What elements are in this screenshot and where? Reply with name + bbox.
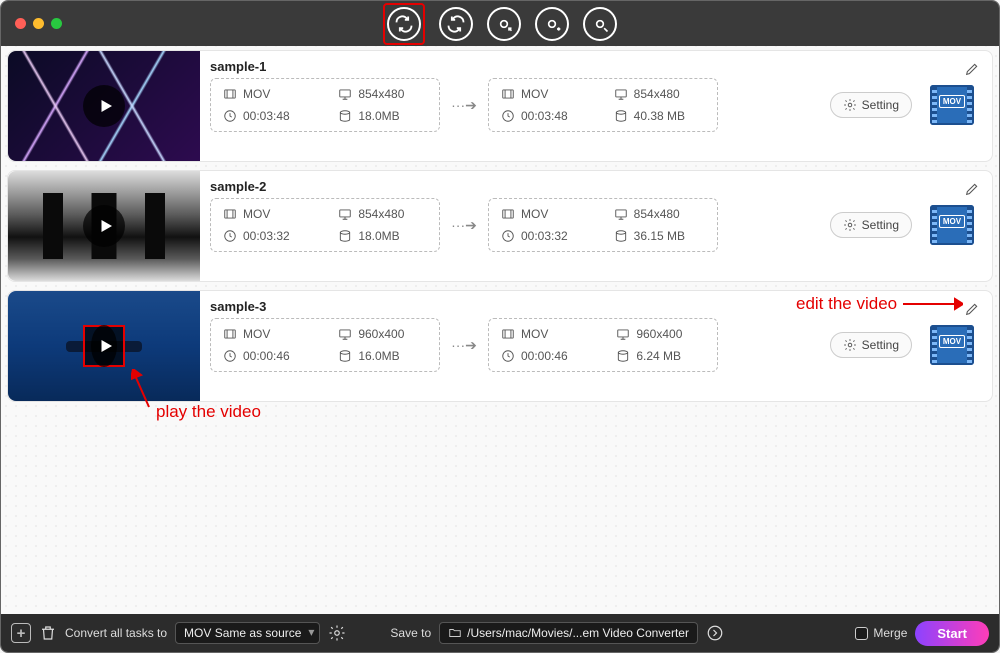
save-path-field[interactable]: /Users/mac/Movies/...em Video Converter — [439, 622, 698, 644]
preset-settings-button[interactable] — [328, 624, 346, 642]
video-row-body: sample-1 MOV 854x480 00:03:48 18.0MB ···… — [200, 51, 992, 161]
row-right-controls: Setting MOV — [830, 205, 982, 245]
add-file-button[interactable]: + — [11, 623, 31, 643]
video-row: sample-2 MOV 854x480 00:03:32 18.0MB ···… — [7, 170, 993, 282]
reverse-convert-mode-button[interactable] — [439, 7, 473, 41]
main-toolbar — [383, 1, 617, 46]
arrow-icon: ···➔ — [440, 97, 488, 114]
convert-mode-button[interactable] — [387, 7, 421, 41]
arrow-icon: ···➔ — [440, 217, 488, 234]
source-duration: 00:03:48 — [243, 109, 290, 123]
annotation-play-video: play the video — [156, 402, 261, 422]
source-info-box: MOV 960x400 00:00:46 16.0MB — [210, 318, 440, 372]
play-button[interactable] — [83, 325, 125, 367]
convert-all-label: Convert all tasks to — [65, 626, 167, 640]
source-info-box: MOV 854x480 00:03:48 18.0MB — [210, 78, 440, 132]
target-resolution: 854x480 — [634, 87, 680, 101]
target-format: MOV — [521, 87, 548, 101]
source-format: MOV — [243, 87, 270, 101]
minimize-window-button[interactable] — [33, 18, 44, 29]
window-controls — [15, 18, 62, 29]
video-info-line: MOV 854x480 00:03:32 18.0MB ···➔ MOV 854… — [210, 198, 982, 252]
play-button[interactable] — [83, 205, 125, 247]
setting-button[interactable]: Setting — [830, 332, 912, 358]
video-info-line: MOV 854x480 00:03:48 18.0MB ···➔ MOV 854… — [210, 78, 982, 132]
open-folder-button[interactable] — [706, 624, 724, 642]
video-filename: sample-2 — [210, 179, 982, 194]
save-to-label: Save to — [390, 626, 431, 640]
trash-button[interactable] — [39, 624, 57, 642]
maximize-window-button[interactable] — [51, 18, 62, 29]
edit-video-button[interactable] — [964, 61, 980, 80]
add-media-mode-button[interactable] — [535, 7, 569, 41]
row-right-controls: Setting MOV — [830, 85, 982, 125]
setting-button[interactable]: Setting — [830, 212, 912, 238]
arrow-icon: ···➔ — [440, 337, 488, 354]
video-thumbnail[interactable] — [8, 291, 200, 401]
target-info-box: MOV 854x480 00:03:32 36.15 MB — [488, 198, 718, 252]
row-right-controls: Setting MOV — [830, 325, 982, 365]
merge-checkbox[interactable]: Merge — [855, 626, 907, 640]
source-size: 18.0MB — [358, 109, 399, 123]
app-window: sample-1 MOV 854x480 00:03:48 18.0MB ···… — [0, 0, 1000, 653]
video-thumbnail[interactable] — [8, 171, 200, 281]
target-info-box: MOV 854x480 00:03:48 40.38 MB — [488, 78, 718, 132]
source-resolution: 854x480 — [358, 87, 404, 101]
video-row: sample-1 MOV 854x480 00:03:48 18.0MB ···… — [7, 50, 993, 162]
target-duration: 00:03:48 — [521, 109, 568, 123]
annotation-edit-video: edit the video — [796, 294, 963, 314]
output-format-badge[interactable]: MOV — [930, 325, 974, 365]
titlebar — [1, 1, 999, 46]
source-info-box: MOV 854x480 00:03:32 18.0MB — [210, 198, 440, 252]
video-row-body: sample-2 MOV 854x480 00:03:32 18.0MB ···… — [200, 171, 992, 281]
start-button[interactable]: Start — [915, 621, 989, 646]
video-thumbnail[interactable] — [8, 51, 200, 161]
setting-button-label: Setting — [862, 98, 899, 112]
target-info-box: MOV 960x400 00:00:46 6.24 MB — [488, 318, 718, 372]
target-size: 40.38 MB — [634, 109, 685, 123]
edit-video-button[interactable] — [964, 301, 980, 320]
video-filename: sample-1 — [210, 59, 982, 74]
download-mode-button[interactable] — [487, 7, 521, 41]
video-list: sample-1 MOV 854x480 00:03:48 18.0MB ···… — [1, 46, 999, 614]
selected-mode-highlight — [383, 3, 425, 45]
media-tools-mode-button[interactable] — [583, 7, 617, 41]
bottombar: + Convert all tasks to MOV Same as sourc… — [1, 614, 999, 652]
folder-icon — [448, 626, 462, 640]
output-format-badge[interactable]: MOV — [930, 205, 974, 245]
output-format-badge[interactable]: MOV — [930, 85, 974, 125]
edit-video-button[interactable] — [964, 181, 980, 200]
video-info-line: MOV 960x400 00:00:46 16.0MB ···➔ MOV 960… — [210, 318, 982, 372]
close-window-button[interactable] — [15, 18, 26, 29]
play-button[interactable] — [83, 85, 125, 127]
setting-button[interactable]: Setting — [830, 92, 912, 118]
output-preset-select[interactable]: MOV Same as source — [175, 622, 320, 644]
